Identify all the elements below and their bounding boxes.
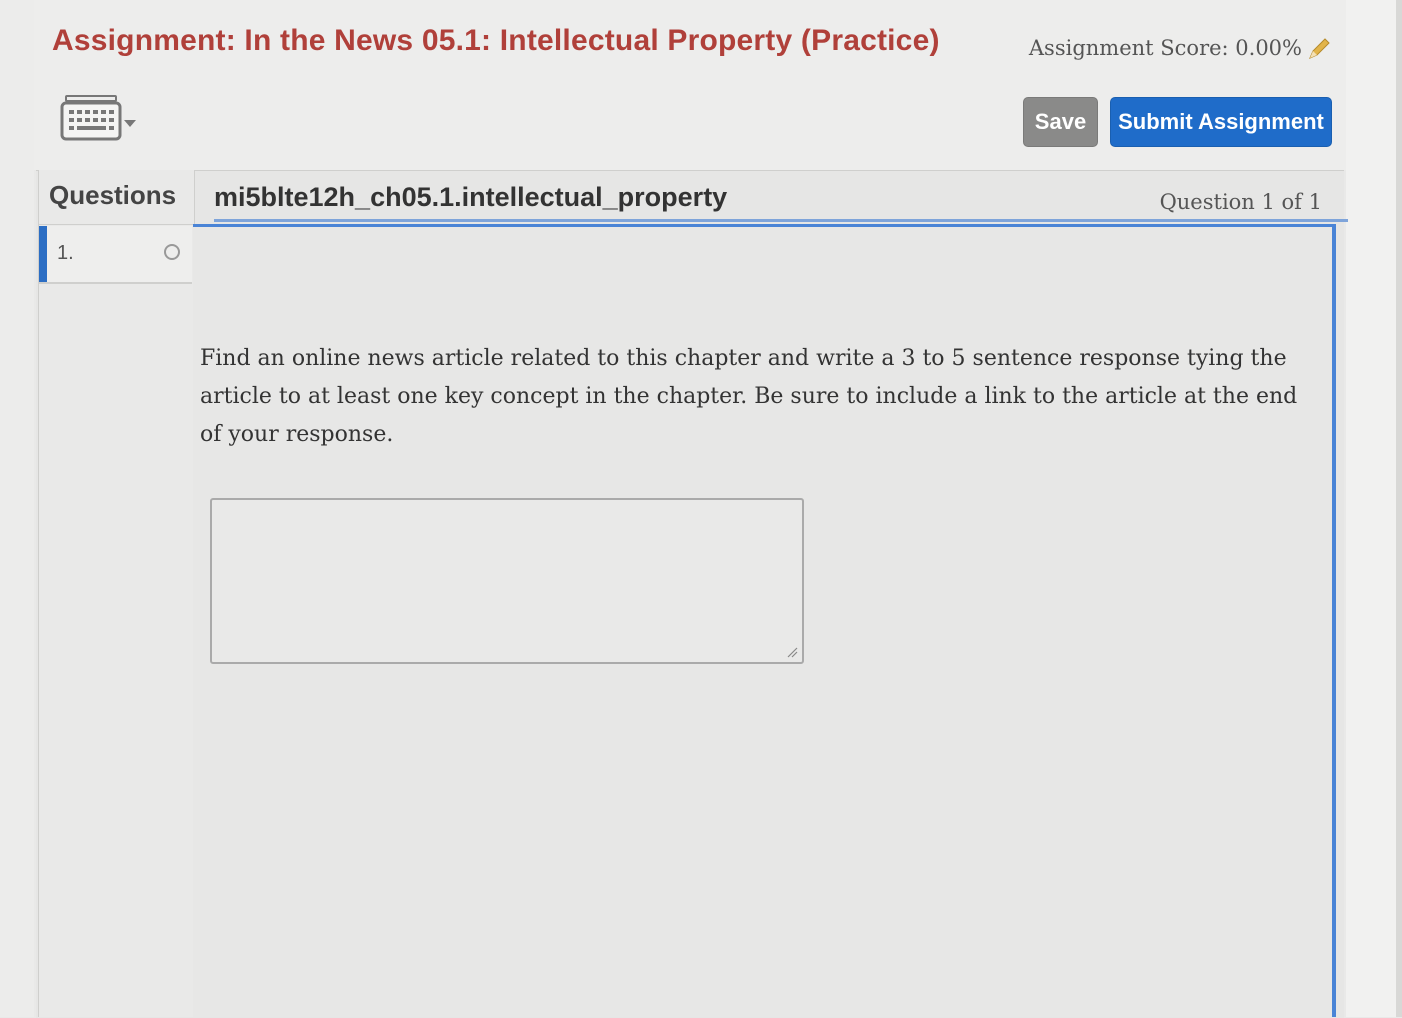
screen-edge <box>1396 0 1402 1017</box>
response-textarea[interactable] <box>210 498 804 664</box>
submit-assignment-button[interactable]: Submit Assignment <box>1110 97 1332 147</box>
questions-sidebar: Questions 1. <box>38 170 195 1017</box>
save-button[interactable]: Save <box>1023 97 1098 147</box>
question-prompt: Find an online news article related to t… <box>200 346 1298 447</box>
resize-handle-icon[interactable] <box>786 646 798 658</box>
keyboard-icon <box>60 95 136 141</box>
questions-heading: Questions <box>49 180 177 210</box>
page-right-margin <box>1346 0 1402 1017</box>
divider <box>39 224 194 225</box>
question-counter: Question 1 of 1 <box>1159 190 1322 214</box>
assignment-score: Assignment Score: 0.00% <box>1028 36 1302 60</box>
title-underline <box>214 219 1348 222</box>
assignment-title: Assignment: In the News 05.1: Intellectu… <box>52 24 940 57</box>
keyboard-menu-button[interactable] <box>60 94 142 142</box>
status-circle-icon <box>164 244 180 260</box>
active-indicator <box>39 226 47 282</box>
question-list-item[interactable]: 1. <box>39 226 192 284</box>
chevron-down-icon <box>124 120 136 127</box>
pencil-icon[interactable] <box>1306 36 1332 62</box>
question-id-title: mi5blte12h_ch05.1.intellectual_property <box>214 182 728 212</box>
question-number: 1. <box>57 242 74 264</box>
page-left-margin <box>0 0 34 1017</box>
